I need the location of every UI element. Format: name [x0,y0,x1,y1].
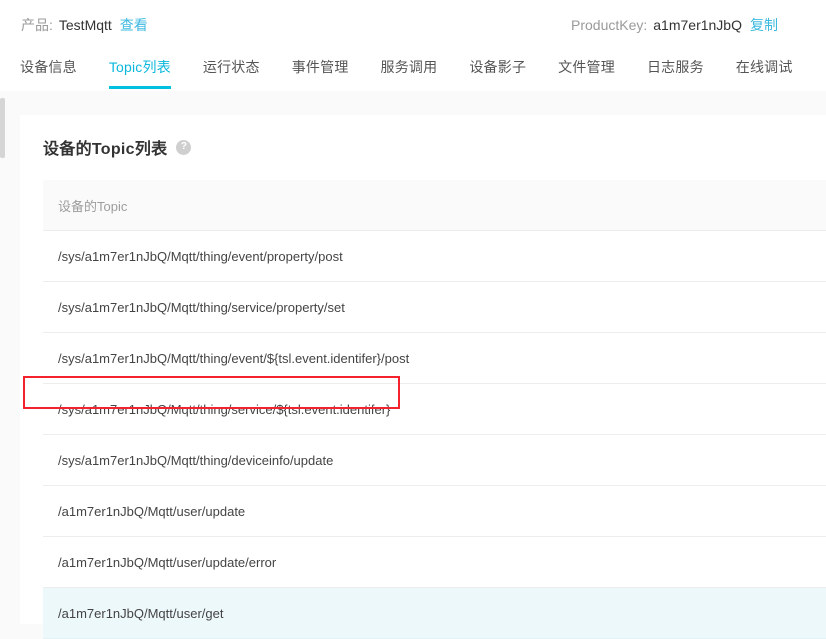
table-row[interactable]: /sys/a1m7er1nJbQ/Mqtt/thing/deviceinfo/u… [43,434,826,486]
topic-cell: /sys/a1m7er1nJbQ/Mqtt/thing/deviceinfo/u… [43,434,826,486]
topic-cell: /a1m7er1nJbQ/Mqtt/user/get [43,587,826,639]
table-row[interactable]: /sys/a1m7er1nJbQ/Mqtt/thing/service/prop… [43,281,826,333]
tab-running-status[interactable]: 运行状态 [203,49,260,89]
productkey-meta: ProductKey: a1m7er1nJbQ 复制 [571,15,778,35]
topic-table-body: /sys/a1m7er1nJbQ/Mqtt/thing/event/proper… [43,230,826,639]
product-meta: 产品: TestMqtt 查看 [21,15,148,35]
tab-online-debug[interactable]: 在线调试 [736,49,793,89]
productkey-label: ProductKey: [571,17,648,33]
card-title-row: 设备的Topic列表 ? [20,115,826,159]
table-row[interactable]: /a1m7er1nJbQ/Mqtt/user/update [43,485,826,537]
tab-event-management[interactable]: 事件管理 [292,49,349,89]
tab-log-service[interactable]: 日志服务 [647,49,704,89]
topic-cell: /sys/a1m7er1nJbQ/Mqtt/thing/service/prop… [43,281,826,333]
page-scrollbar-thumb[interactable] [0,98,5,158]
tab-file-management[interactable]: 文件管理 [558,49,615,89]
topic-cell: /sys/a1m7er1nJbQ/Mqtt/thing/event/proper… [43,230,826,282]
tab-bar: 设备信息 Topic列表 运行状态 事件管理 服务调用 设备影子 文件管理 日志… [0,49,826,91]
tab-service-invoke[interactable]: 服务调用 [381,49,438,89]
productkey-value: a1m7er1nJbQ [653,17,742,33]
topic-cell: /sys/a1m7er1nJbQ/Mqtt/thing/service/${ts… [43,383,826,435]
topic-list-card: 设备的Topic列表 ? 设备的Topic /sys/a1m7er1nJbQ/M… [20,115,826,639]
productkey-copy-link[interactable]: 复制 [750,15,778,35]
product-view-link[interactable]: 查看 [120,15,148,35]
page-body: 设备的Topic列表 ? 设备的Topic /sys/a1m7er1nJbQ/M… [0,91,826,639]
page-scrollbar-track[interactable] [0,91,5,624]
topic-cell: /a1m7er1nJbQ/Mqtt/user/update [43,485,826,537]
page-header: 产品: TestMqtt 查看 ProductKey: a1m7er1nJbQ … [0,0,826,49]
table-row[interactable]: /a1m7er1nJbQ/Mqtt/user/get [43,587,826,639]
topic-cell: /a1m7er1nJbQ/Mqtt/user/update/error [43,536,826,588]
help-icon[interactable]: ? [176,139,192,155]
tab-device-shadow[interactable]: 设备影子 [469,49,526,89]
topic-table-head: 设备的Topic [43,180,826,231]
column-header-topic: 设备的Topic [43,180,826,231]
topic-cell: /sys/a1m7er1nJbQ/Mqtt/thing/event/${tsl.… [43,332,826,384]
tab-device-info[interactable]: 设备信息 [20,49,77,89]
topic-table: 设备的Topic /sys/a1m7er1nJbQ/Mqtt/thing/eve… [43,180,826,639]
page-title: 设备的Topic列表 [43,141,168,158]
table-header-row: 设备的Topic [43,180,826,231]
table-row[interactable]: /sys/a1m7er1nJbQ/Mqtt/thing/event/${tsl.… [43,332,826,384]
table-row[interactable]: /sys/a1m7er1nJbQ/Mqtt/thing/event/proper… [43,230,826,282]
table-row[interactable]: /sys/a1m7er1nJbQ/Mqtt/thing/service/${ts… [43,383,826,435]
product-label: 产品: [21,17,53,33]
tab-topic-list[interactable]: Topic列表 [108,49,172,89]
table-row[interactable]: /a1m7er1nJbQ/Mqtt/user/update/error [43,536,826,588]
product-name: TestMqtt [58,17,112,33]
